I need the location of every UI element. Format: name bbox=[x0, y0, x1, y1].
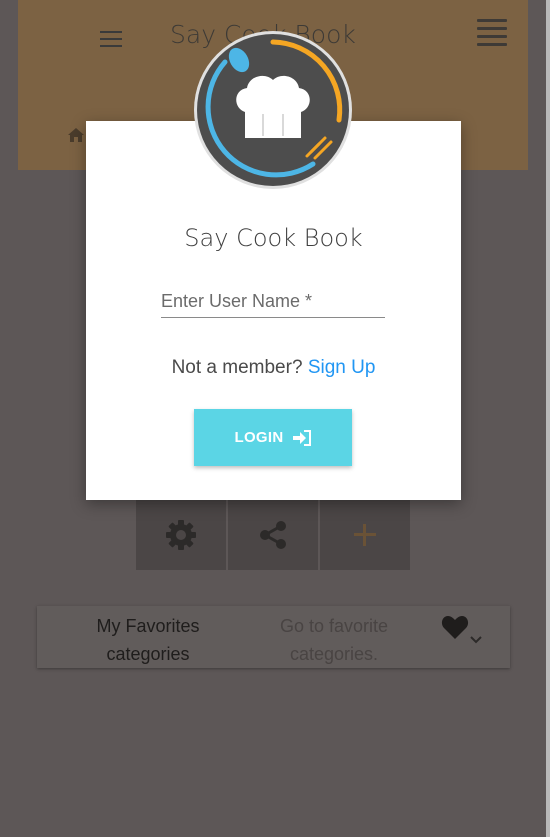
add-tile-button[interactable] bbox=[320, 500, 410, 570]
sign-in-icon bbox=[292, 429, 311, 446]
dialog-title: Say Cook Book bbox=[184, 224, 363, 252]
chef-hat-logo-icon bbox=[194, 31, 352, 189]
gear-icon bbox=[166, 520, 196, 550]
login-button-label: LOGIN bbox=[234, 429, 284, 446]
login-button[interactable]: LOGIN bbox=[194, 409, 352, 466]
plus-icon bbox=[354, 524, 376, 546]
favorites-subtitle: Go to favorite categories. bbox=[279, 616, 389, 664]
heart-icon bbox=[441, 616, 469, 639]
favorites-title: My Favorites categories bbox=[96, 616, 200, 664]
username-input[interactable] bbox=[161, 285, 385, 318]
member-text: Not a member? bbox=[171, 357, 303, 378]
favorites-card[interactable]: My Favorites categories Go to favorite c… bbox=[37, 606, 510, 668]
signup-link[interactable]: Sign Up bbox=[308, 357, 376, 378]
hamburger-menu-icon[interactable] bbox=[100, 31, 122, 47]
signup-prompt: Not a member? Sign Up bbox=[86, 357, 461, 379]
layers-icon[interactable] bbox=[477, 19, 507, 47]
chevron-down-icon[interactable] bbox=[469, 635, 483, 645]
window-edge bbox=[546, 0, 550, 837]
share-icon bbox=[260, 521, 286, 549]
home-icon[interactable] bbox=[67, 127, 85, 143]
share-tile-button[interactable] bbox=[228, 500, 318, 570]
settings-tile-button[interactable] bbox=[136, 500, 226, 570]
